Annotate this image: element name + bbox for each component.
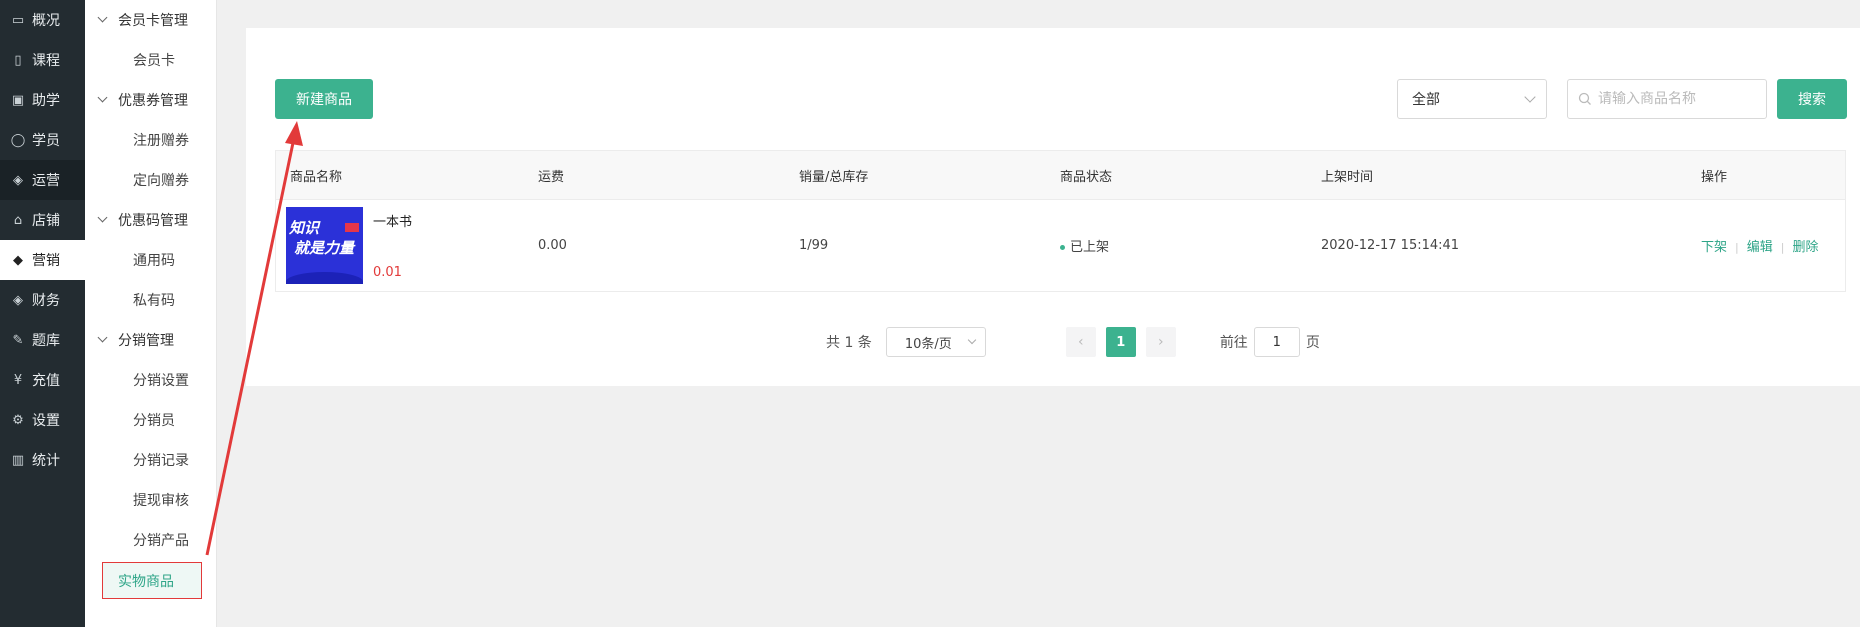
search-box[interactable]	[1567, 79, 1767, 119]
status-cell: 已上架	[1060, 236, 1321, 255]
nav-item-statistics[interactable]: ▥ 统计	[0, 440, 85, 480]
header-status: 商品状态	[1060, 169, 1113, 185]
header-sales-stock: 销量/总库存	[799, 169, 869, 185]
nav-item-marketing[interactable]: ◆ 营销	[0, 240, 85, 280]
chevron-down-icon	[97, 14, 109, 26]
next-page-button[interactable]: ›	[1145, 327, 1176, 357]
pen-icon: ✎	[12, 332, 24, 348]
chevron-down-icon	[967, 335, 977, 345]
nav-item-settings[interactable]: ⚙ 设置	[0, 400, 85, 440]
book-icon: ▯	[14, 52, 22, 68]
listed-time-cell: 2020-12-17 15:14:41	[1321, 238, 1460, 253]
status-dot	[1060, 245, 1065, 250]
nav-item-assist[interactable]: ▣ 助学	[0, 80, 85, 120]
search-icon	[1578, 92, 1591, 105]
store-icon: ⌂	[13, 212, 23, 228]
nav-item-question-bank[interactable]: ✎ 题库	[0, 320, 85, 360]
cube-icon: ◈	[13, 172, 23, 188]
sidebar-item-general-code[interactable]: 通用码	[85, 240, 216, 280]
user-icon: ◯	[10, 132, 26, 148]
main-nav: ▭ 概况 ▯ 课程 ▣ 助学 ◯ 学员 ◈ 运营 ⌂ 店铺 ◆ 营销 ◈ 财务 ✎ 题库 ¥ 充值 …	[0, 0, 85, 627]
page-unit-label: 页	[1305, 335, 1320, 351]
sidebar-item-targeted-coupon[interactable]: 定向赠券	[85, 160, 216, 200]
monitor-icon: ▭	[11, 12, 25, 28]
status-filter-select[interactable]: 全部	[1397, 79, 1547, 119]
page-size-select[interactable]: 10条/页	[885, 327, 986, 357]
chevron-right-icon: ›	[1158, 334, 1164, 350]
header-shipping: 运费	[538, 169, 565, 185]
sidebar-item-distributors[interactable]: 分销员	[85, 400, 216, 440]
header-listed-time: 上架时间	[1321, 169, 1374, 185]
product-name: 一本书	[373, 215, 413, 230]
sidebar-item-distribution-settings[interactable]: 分销设置	[85, 360, 216, 400]
gear-icon: ⚙	[12, 412, 24, 428]
nav-item-overview[interactable]: ▭ 概况	[0, 0, 85, 40]
sidebar-group-promo-codes[interactable]: 优惠码管理	[85, 200, 216, 240]
box-icon: ◈	[13, 292, 23, 308]
nav-item-store[interactable]: ⌂ 店铺	[0, 200, 85, 240]
chevron-down-icon	[1524, 91, 1536, 103]
sidebar-group-distribution[interactable]: 分销管理	[85, 320, 216, 360]
unlist-link[interactable]: 下架	[1701, 240, 1727, 255]
shipping-cell: 0.00	[538, 238, 567, 253]
header-product-name: 商品名称	[290, 169, 343, 185]
product-cell: 知识 就是力量 一本书 0.01	[286, 207, 538, 284]
product-table: 商品名称 运费 销量/总库存 商品状态 上架时间 操作 知识 就是力量 一本书 …	[275, 150, 1846, 292]
delete-link[interactable]: 删除	[1792, 240, 1818, 255]
goto-label: 前往	[1219, 335, 1248, 351]
total-count: 共 1 条	[826, 335, 872, 351]
sidebar-item-private-code[interactable]: 私有码	[85, 280, 216, 320]
chevron-left-icon: ‹	[1078, 334, 1084, 350]
table-header: 商品名称 运费 销量/总库存 商品状态 上架时间 操作	[276, 151, 1845, 199]
sidebar-item-physical-goods[interactable]: 实物商品	[102, 562, 202, 599]
nav-item-finance[interactable]: ◈ 财务	[0, 280, 85, 320]
nav-item-operations[interactable]: ◈ 运营	[0, 160, 85, 200]
actions-cell: 下架 | 编辑 | 删除	[1701, 240, 1819, 255]
status-filter-value: 全部	[1412, 92, 1440, 108]
chevron-down-icon	[97, 94, 109, 106]
sidebar-item-withdrawal-review[interactable]: 提现审核	[85, 480, 216, 520]
edit-link[interactable]: 编辑	[1747, 240, 1773, 255]
page-number-current[interactable]: 1	[1105, 327, 1136, 357]
search-input[interactable]	[1598, 91, 1758, 107]
pagination: 共 1 条 10条/页 ‹ 1 › 前往 1 页	[826, 327, 1320, 357]
sidebar-item-distribution-products[interactable]: 分销产品	[85, 520, 216, 560]
nav-item-students[interactable]: ◯ 学员	[0, 120, 85, 160]
sidebar-item-register-coupon[interactable]: 注册赠券	[85, 120, 216, 160]
nav-item-courses[interactable]: ▯ 课程	[0, 40, 85, 80]
prev-page-button[interactable]: ‹	[1065, 327, 1096, 357]
sidebar-item-membership-card[interactable]: 会员卡	[85, 40, 216, 80]
tag-icon: ◆	[13, 252, 23, 268]
header-actions: 操作	[1701, 169, 1728, 185]
briefcase-icon: ▣	[11, 92, 25, 108]
yen-icon: ¥	[13, 372, 23, 388]
chevron-down-icon	[97, 334, 109, 346]
bar-chart-icon: ▥	[11, 452, 25, 468]
status-text: 已上架	[1070, 240, 1110, 255]
nav-item-recharge[interactable]: ¥ 充值	[0, 360, 85, 400]
sidebar-group-membership[interactable]: 会员卡管理	[85, 0, 216, 40]
table-row: 知识 就是力量 一本书 0.01 0.00 1/99 已上架 2020-12-1…	[276, 199, 1845, 291]
sidebar-item-distribution-records[interactable]: 分销记录	[85, 440, 216, 480]
sales-cell: 1/99	[799, 238, 829, 253]
search-button[interactable]: 搜索	[1777, 79, 1847, 119]
sub-sidebar: 会员卡管理 会员卡 优惠券管理 注册赠券 定向赠券 优惠码管理 通用码 私有码 …	[85, 0, 217, 627]
chevron-down-icon	[97, 214, 109, 226]
goto-page-input[interactable]: 1	[1253, 327, 1300, 357]
sidebar-group-coupons[interactable]: 优惠券管理	[85, 80, 216, 120]
new-product-button[interactable]: 新建商品	[275, 79, 373, 119]
product-thumbnail[interactable]: 知识 就是力量	[286, 207, 363, 284]
product-price: 0.01	[373, 265, 402, 280]
